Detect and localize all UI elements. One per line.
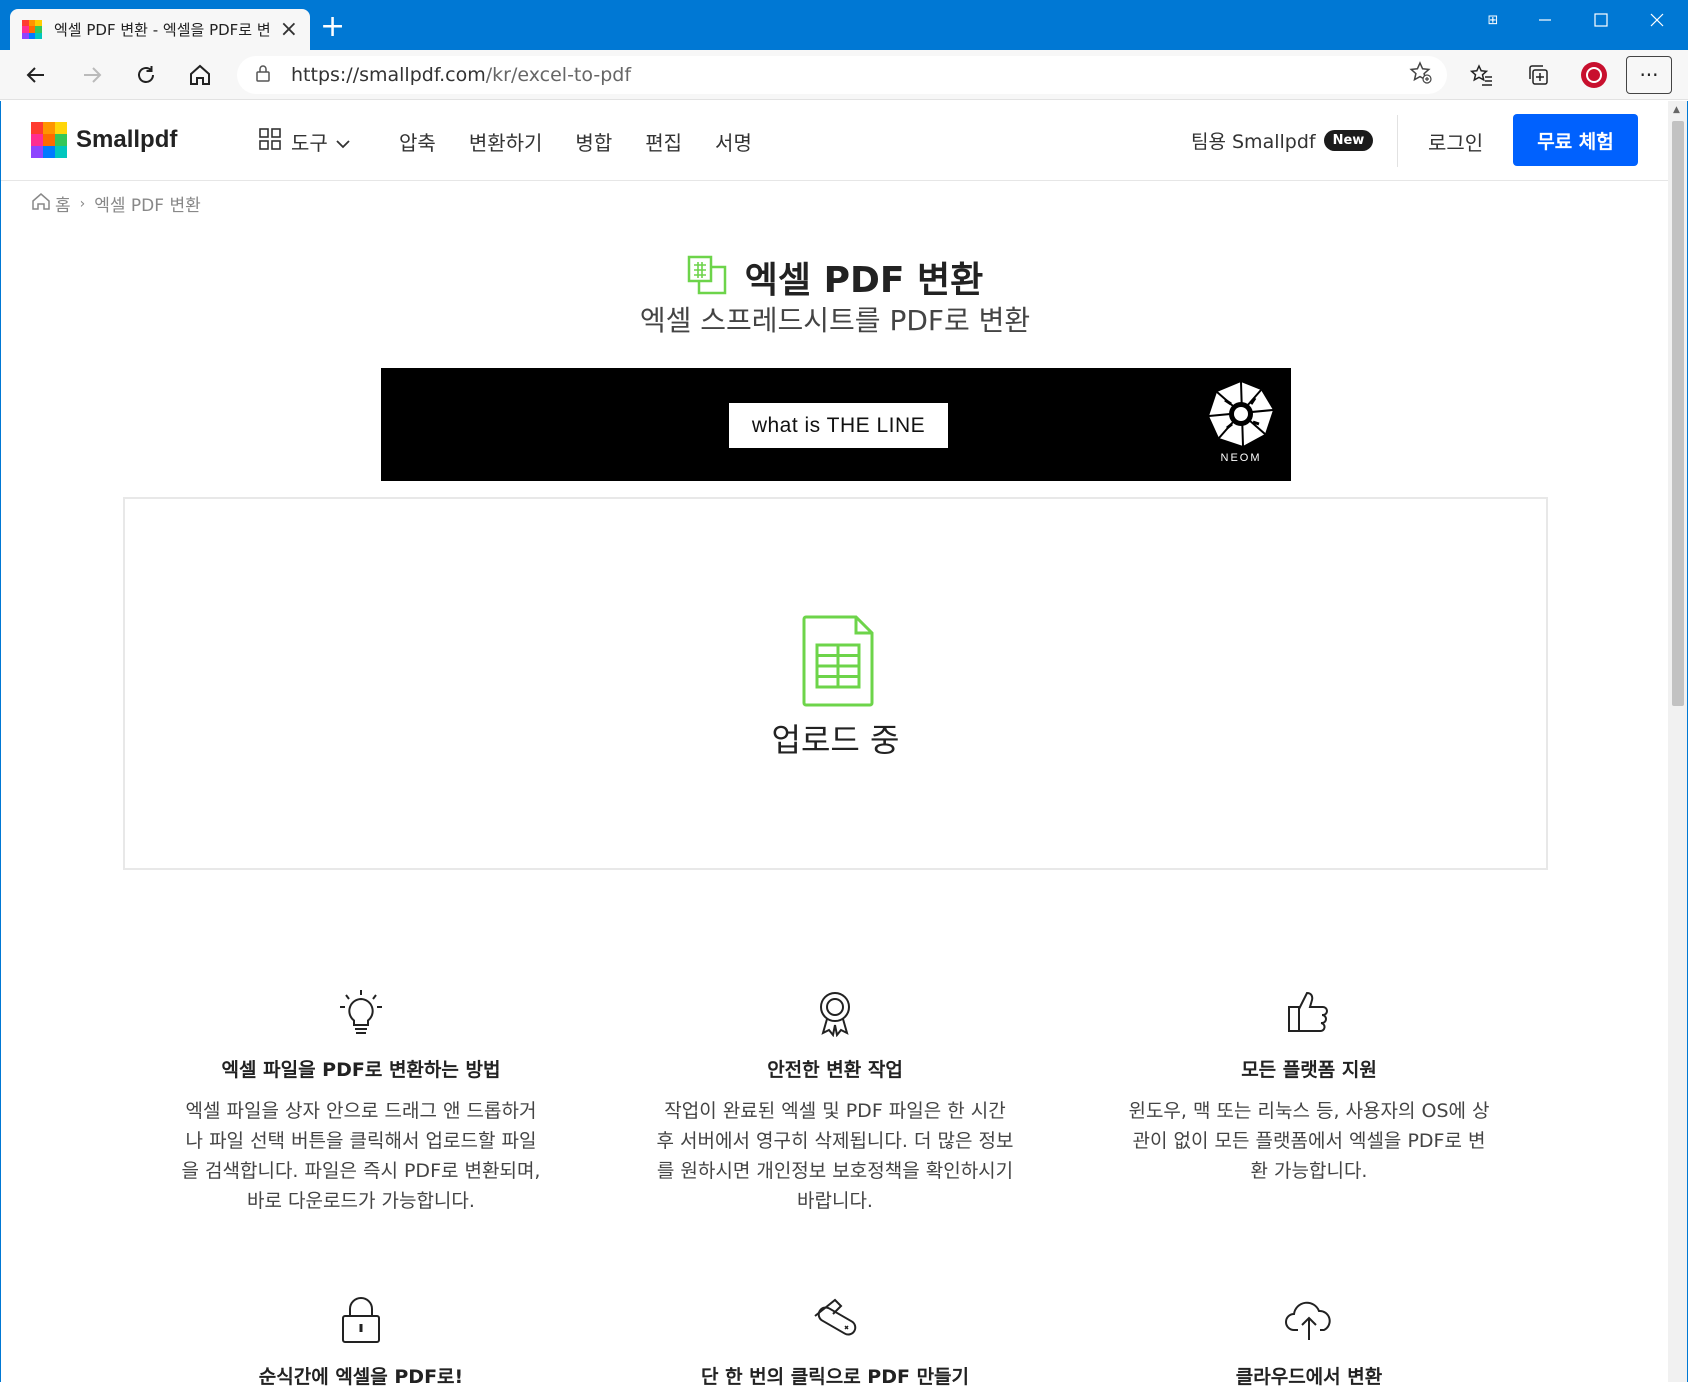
thumbs-up-icon — [1109, 989, 1509, 1041]
feature-text: 엑셀 파일을 상자 안으로 드래그 앤 드롭하거나 파일 선택 버튼을 클릭해서… — [181, 1100, 541, 1212]
forward-icon[interactable] — [78, 61, 106, 89]
home-icon[interactable] — [31, 191, 51, 216]
team-link[interactable]: 팀용 Smallpdf New — [1191, 127, 1374, 154]
collections-icon[interactable] — [1524, 61, 1552, 89]
feature-fast: 순식간에 엑셀을 PDF로! — [161, 1296, 561, 1389]
tab-actions-icon[interactable]: ⊞ — [1466, 0, 1520, 40]
advertisement-banner[interactable]: what is THE LINE NEOM — [381, 368, 1291, 481]
nav-sign[interactable]: 서명 — [715, 127, 752, 156]
home-icon[interactable] — [186, 61, 214, 89]
nav-convert[interactable]: 변환하기 — [469, 127, 543, 156]
tools-label: 도구 — [291, 131, 328, 155]
browser-toolbar: https://smallpdf.com/kr/excel-to-pdf ··· — [0, 50, 1688, 100]
feature-one-click: 단 한 번의 클릭으로 PDF 만들기 — [635, 1296, 1035, 1389]
smallpdf-favicon-icon — [22, 19, 42, 40]
upload-dropzone[interactable]: 업로드 중 — [123, 497, 1548, 870]
more-menu-icon[interactable]: ··· — [1626, 56, 1672, 94]
feature-title: 단 한 번의 클릭으로 PDF 만들기 — [700, 1366, 970, 1388]
grid-icon — [259, 128, 281, 155]
page-title: 엑셀 PDF 변환 — [744, 260, 984, 301]
lightbulb-icon — [161, 989, 561, 1041]
cloud-upload-icon — [1109, 1296, 1509, 1348]
feature-title: 모든 플랫폼 지원 — [1241, 1059, 1377, 1081]
team-label: 팀용 Smallpdf — [1191, 131, 1316, 153]
hero-title-row: 엑셀 PDF 변환 — [1, 251, 1669, 303]
ad-brand: NEOM — [1220, 452, 1262, 464]
breadcrumb-current: 엑셀 PDF 변환 — [94, 196, 201, 216]
feature-text: 윈도우, 맥 또는 리눅스 등, 사용자의 OS에 상관이 없이 모든 플랫폼에… — [1128, 1100, 1490, 1182]
browser-tab[interactable]: 엑셀 PDF 변환 - 엑셀을 PDF로 변 × — [10, 9, 310, 50]
feature-title: 엑셀 파일을 PDF로 변환하는 방법 — [221, 1059, 501, 1081]
excel-to-pdf-icon — [687, 255, 727, 299]
feature-title: 순식간에 엑셀을 PDF로! — [258, 1366, 464, 1388]
ad-button[interactable]: what is THE LINE — [729, 403, 948, 448]
minimize-icon[interactable] — [1518, 0, 1572, 40]
main-nav: 압축 변환하기 병합 편집 서명 — [399, 127, 785, 156]
url-text[interactable]: https://smallpdf.com/kr/excel-to-pdf — [291, 64, 631, 86]
upload-status: 업로드 중 — [771, 721, 900, 759]
lock-icon[interactable] — [255, 64, 271, 86]
scrollbar-thumb[interactable] — [1672, 121, 1684, 706]
chevron-down-icon — [336, 130, 350, 154]
award-icon — [635, 989, 1035, 1041]
breadcrumb-separator: › — [79, 195, 86, 212]
refresh-icon[interactable] — [132, 61, 160, 89]
swiss-knife-icon — [635, 1296, 1035, 1348]
webpage: Smallpdf 도구 압축 변환하기 병합 편집 서명 팀용 Smallpdf… — [0, 101, 1669, 1388]
tab-title: 엑셀 PDF 변환 - 엑셀을 PDF로 변 — [54, 21, 271, 39]
header-divider — [1397, 115, 1398, 167]
feature-platforms: 모든 플랫폼 지원 윈도우, 맥 또는 리눅스 등, 사용자의 OS에 상관이 … — [1109, 989, 1509, 1186]
feature-secure: 안전한 변환 작업 작업이 완료된 엑셀 및 PDF 파일은 한 시간 후 서버… — [635, 989, 1035, 1216]
nav-merge[interactable]: 병합 — [575, 127, 612, 156]
profile-avatar[interactable] — [1580, 61, 1608, 89]
browser-titlebar: 엑셀 PDF 변환 - 엑셀을 PDF로 변 × + ⊞ — [0, 0, 1688, 50]
login-link[interactable]: 로그인 — [1428, 127, 1483, 156]
back-icon[interactable] — [22, 61, 50, 89]
breadcrumb-home[interactable]: 홈 — [55, 191, 71, 216]
page-subtitle: 엑셀 스프레드시트를 PDF로 변환 — [639, 304, 1031, 337]
feature-how-to: 엑셀 파일을 PDF로 변환하는 방법 엑셀 파일을 상자 안으로 드래그 앤 … — [161, 989, 561, 1216]
feature-text: 작업이 완료된 엑셀 및 PDF 파일은 한 시간 후 서버에서 영구히 삭제됩… — [656, 1100, 1014, 1212]
feature-title: 클라우드에서 변환 — [1235, 1366, 1383, 1388]
lock-icon — [161, 1296, 561, 1348]
neom-logo: NEOM — [1205, 380, 1277, 472]
logo-text: Smallpdf — [76, 126, 178, 153]
feature-title: 안전한 변환 작업 — [767, 1059, 903, 1081]
maximize-icon[interactable] — [1574, 0, 1628, 40]
smallpdf-logo-icon — [31, 122, 67, 158]
free-trial-button[interactable]: 무료 체험 — [1513, 114, 1638, 166]
address-bar[interactable]: https://smallpdf.com/kr/excel-to-pdf — [237, 56, 1447, 94]
site-header: Smallpdf 도구 압축 변환하기 병합 편집 서명 팀용 Smallpdf… — [1, 101, 1669, 181]
close-window-icon[interactable] — [1630, 0, 1684, 40]
favorite-add-icon[interactable] — [1409, 61, 1433, 89]
scroll-up-icon[interactable]: ▲ — [1673, 105, 1680, 115]
spreadsheet-file-icon — [802, 615, 874, 711]
vertical-scrollbar[interactable]: ▲ — [1668, 101, 1688, 1382]
tools-menu[interactable]: 도구 — [259, 127, 350, 156]
smallpdf-logo[interactable]: Smallpdf — [31, 122, 177, 158]
new-badge: New — [1323, 130, 1374, 151]
nav-edit[interactable]: 편집 — [645, 127, 682, 156]
tab-close-icon[interactable]: × — [280, 18, 298, 41]
breadcrumb: 홈 › 엑셀 PDF 변환 — [31, 191, 201, 216]
new-tab-icon[interactable]: + — [320, 12, 345, 42]
nav-compress[interactable]: 압축 — [399, 127, 436, 156]
favorites-icon[interactable] — [1468, 61, 1496, 89]
feature-cloud: 클라우드에서 변환 — [1109, 1296, 1509, 1389]
